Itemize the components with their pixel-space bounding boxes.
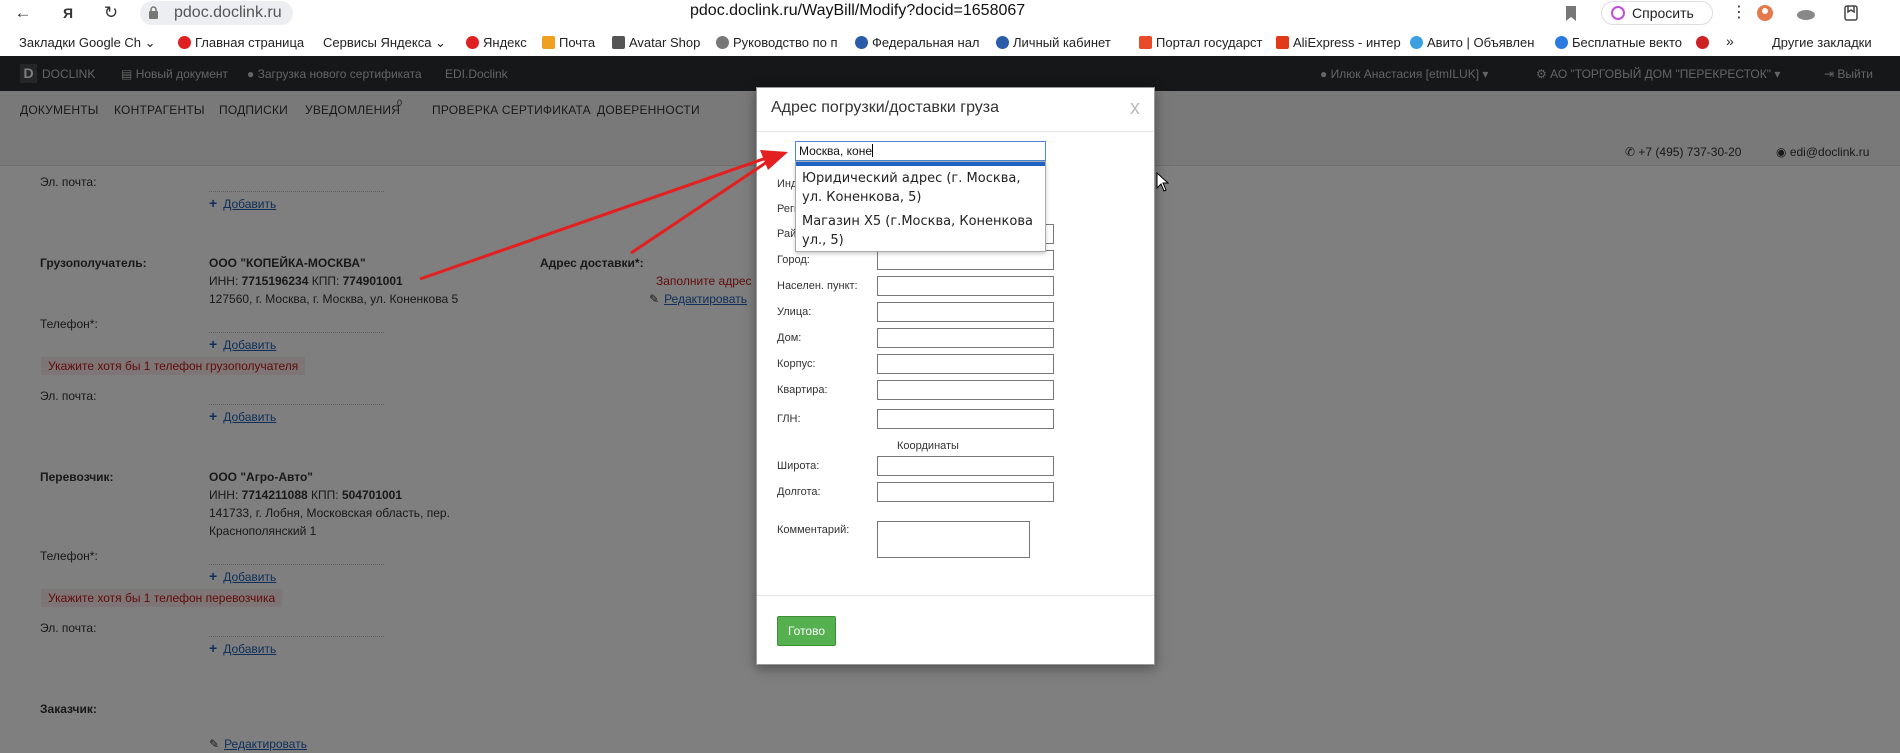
mouse-cursor-icon: [1156, 172, 1170, 192]
mail-icon: [542, 36, 555, 49]
flat-label: Квартира:: [777, 384, 828, 396]
gear-icon: [716, 36, 729, 49]
bookmark-item[interactable]: Федеральная нал: [855, 35, 980, 50]
house-label: Дом:: [777, 332, 802, 344]
bookmark-item[interactable]: [1696, 35, 1713, 50]
vector-icon: [1555, 36, 1568, 49]
latitude-input[interactable]: [877, 456, 1054, 476]
browser-toolbar: ← Я ↻ pdoc.doclink.ru pdoc.doclink.ru/Wa…: [0, 0, 1900, 26]
bookmark-item[interactable]: Личный кабинет: [996, 35, 1111, 50]
yandex-icon: [466, 36, 479, 49]
longitude-input[interactable]: [877, 482, 1054, 502]
avito-icon: [1410, 36, 1423, 49]
suggestion-item[interactable]: Юридический адрес (г. Москва, ул. Коненк…: [802, 169, 1042, 207]
extension-icon[interactable]: [1755, 3, 1775, 23]
url-short: pdoc.doclink.ru: [174, 4, 282, 21]
comment-label: Комментарий:: [777, 524, 850, 536]
district-label: Рай: [777, 228, 797, 240]
bookmark-item[interactable]: Почта: [542, 35, 595, 50]
modal-header: Адрес погрузки/доставки груза x: [757, 88, 1154, 132]
yandex-icon: [178, 36, 191, 49]
bookmark-item[interactable]: Портал государст: [1139, 35, 1263, 50]
longitude-label: Долгота:: [777, 486, 821, 498]
tax-icon: [855, 36, 868, 49]
reload-icon[interactable]: ↻: [100, 2, 122, 24]
text-caret: [872, 144, 873, 157]
url-full[interactable]: pdoc.doclink.ru/WayBill/Modify?docid=165…: [690, 2, 1025, 20]
bookmark-item[interactable]: Сервисы Яндекса ⌄: [323, 35, 446, 51]
city-input[interactable]: [877, 250, 1054, 270]
bookmark-item[interactable]: Главная страница: [178, 35, 304, 50]
back-icon[interactable]: ←: [12, 2, 34, 24]
latitude-label: Широта:: [777, 460, 820, 472]
lock-icon: [149, 6, 158, 19]
ask-label: Спросить: [1632, 5, 1694, 21]
aliexpress-icon: [1276, 36, 1289, 49]
address-search-input[interactable]: Москва, коне: [795, 141, 1046, 161]
bookmark-item[interactable]: AliExpress - интер: [1276, 35, 1401, 50]
address-suggestions: Юридический адрес (г. Москва, ул. Коненк…: [795, 161, 1046, 252]
chevron-down-icon: ⌄: [435, 35, 446, 50]
flat-input[interactable]: [877, 380, 1054, 400]
avatar-shop-icon: [612, 36, 625, 49]
street-label: Улица:: [777, 306, 812, 318]
bookmarks-bar: Закладки Google Ch ⌄ Главная страница Се…: [0, 30, 1900, 56]
building-label: Корпус:: [777, 358, 816, 370]
close-icon[interactable]: x: [1130, 97, 1140, 120]
more-bookmarks-icon[interactable]: »: [1726, 33, 1734, 49]
bookmark-item[interactable]: Avatar Shop: [612, 35, 700, 50]
comment-textarea[interactable]: [877, 521, 1030, 558]
bookmark-item[interactable]: Бесплатные векто: [1555, 35, 1682, 50]
cabinet-icon: [996, 36, 1009, 49]
bookmark-icon[interactable]: [1561, 3, 1581, 23]
yandex-icon[interactable]: Я: [57, 2, 79, 24]
gln-label: ГЛН:: [777, 413, 801, 425]
modal-footer: [757, 595, 1154, 596]
gln-input[interactable]: [877, 409, 1054, 429]
heart-icon: [1696, 36, 1709, 49]
bookmark-item[interactable]: Яндекс: [466, 35, 527, 50]
bookmark-item[interactable]: Авито | Объявлен: [1410, 35, 1534, 50]
collections-icon[interactable]: [1841, 3, 1861, 23]
house-input[interactable]: [877, 328, 1054, 348]
menu-dots-icon[interactable]: ⋮: [1728, 2, 1750, 24]
modal-title: Адрес погрузки/доставки груза: [771, 99, 1000, 116]
gosuslugi-icon: [1139, 36, 1152, 49]
search-value: Москва, коне: [799, 144, 872, 158]
chevron-down-icon: ⌄: [144, 35, 156, 50]
settlement-input[interactable]: [877, 276, 1054, 296]
settlement-label: Населен. пункт:: [777, 280, 858, 292]
street-input[interactable]: [877, 302, 1054, 322]
bookmark-item[interactable]: Закладки Google Ch ⌄: [19, 35, 156, 51]
coordinates-heading: Координаты: [897, 440, 959, 452]
profile-icon[interactable]: [1796, 3, 1816, 23]
suggestion-item[interactable]: Магазин X5 (г.Москва, Коненкова ул., 5): [802, 212, 1042, 250]
bookmark-item[interactable]: Руководство по п: [716, 35, 838, 50]
other-bookmarks[interactable]: Другие закладки: [1772, 35, 1872, 50]
suggestion-highlight: [796, 162, 1045, 166]
ai-icon: [1611, 6, 1625, 20]
done-button[interactable]: Готово: [777, 616, 836, 646]
ask-button[interactable]: Спросить: [1601, 1, 1713, 25]
address-bar[interactable]: pdoc.doclink.ru: [140, 1, 293, 25]
building-input[interactable]: [877, 354, 1054, 374]
city-label: Город:: [777, 254, 810, 266]
